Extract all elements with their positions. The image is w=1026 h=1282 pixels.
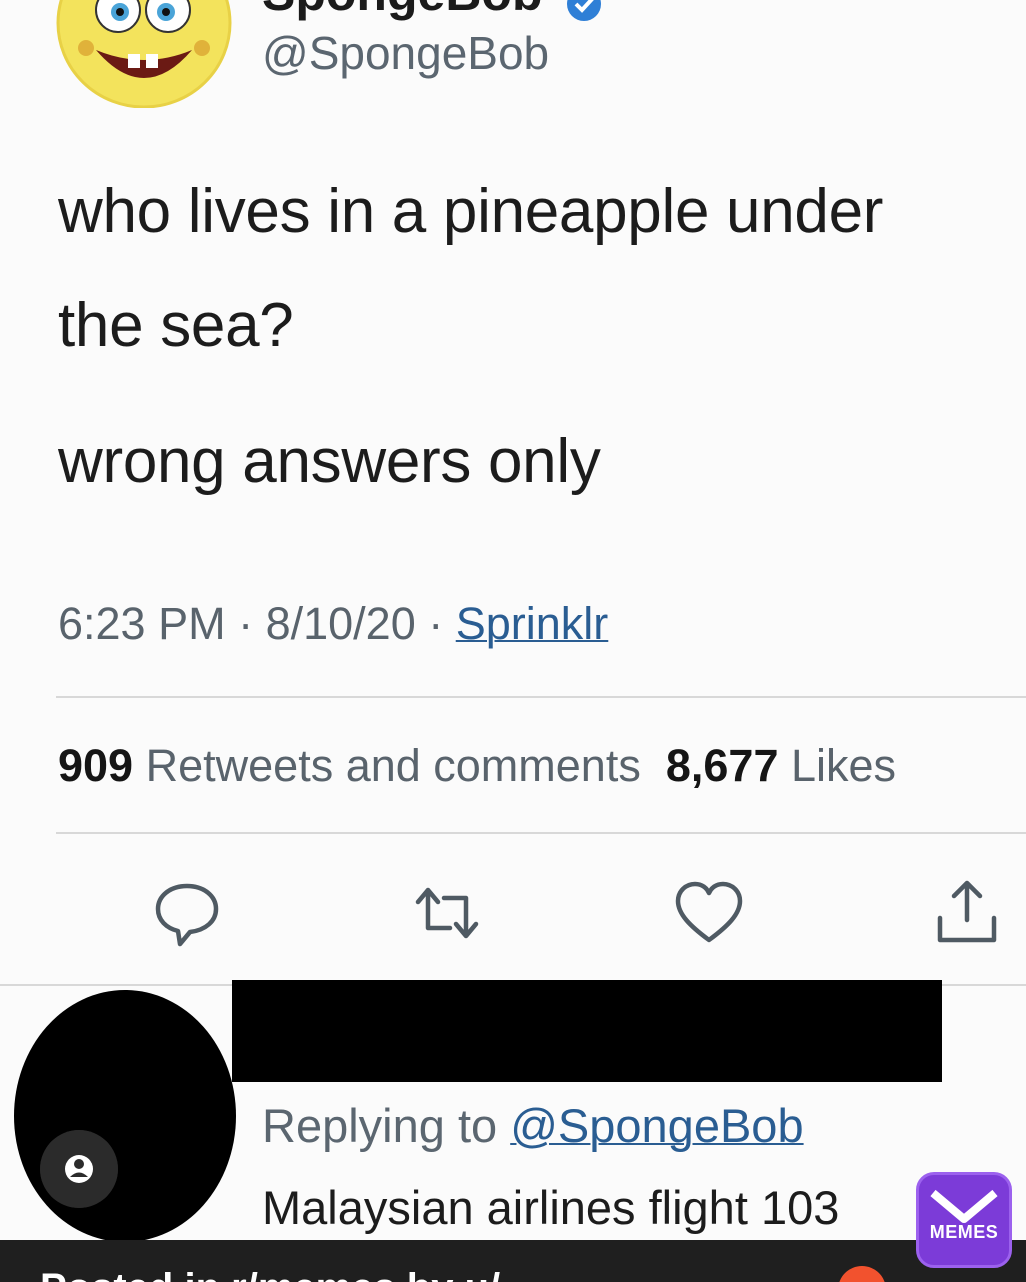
retweet-icon[interactable] — [410, 876, 484, 950]
comment-icon[interactable] — [150, 876, 224, 950]
reply-text: Malaysian airlines flight 103 — [262, 1181, 840, 1234]
author-handle[interactable]: @SpongeBob — [262, 26, 549, 80]
tweet-text-line-1: who lives in a pineapple under — [58, 177, 884, 246]
tweet-meta: 6:23 PM · 8/10/20 · Sprinklr — [58, 598, 608, 650]
memes-logo-text: MEMES — [929, 1222, 999, 1242]
bottom-caption-text: Posted in r/memes by u/... — [40, 1266, 533, 1282]
likes-label: Likes — [791, 740, 897, 791]
tweet-source-link[interactable]: Sprinklr — [456, 598, 609, 649]
tweet-time[interactable]: 6:23 PM — [58, 598, 226, 649]
mail-icon — [930, 1189, 998, 1223]
divider — [56, 832, 1026, 834]
bottom-caption-bar: Posted in r/memes by u/... — [0, 1240, 1026, 1282]
retweets-stat[interactable]: 909 Retweets and comments — [58, 740, 641, 791]
replying-mention-link[interactable]: @SpongeBob — [510, 1099, 803, 1152]
tweet-stats: 909 Retweets and comments 8,677 Likes — [58, 740, 896, 792]
divider — [56, 696, 1026, 698]
tweet-date[interactable]: 8/10/20 — [266, 598, 416, 649]
share-icon[interactable] — [930, 876, 1004, 950]
reddit-icon — [838, 1266, 886, 1282]
author-display-name[interactable]: SpongeBob — [262, 0, 543, 22]
user-icon — [40, 1130, 118, 1208]
verified-badge-icon — [567, 0, 601, 21]
meta-separator: · — [225, 598, 266, 649]
retweets-label: Retweets and comments — [145, 740, 641, 791]
tweet-text-line-3: wrong answers only — [58, 427, 601, 496]
replying-prefix: Replying to — [262, 1099, 511, 1152]
memes-logo: MEMES — [916, 1172, 1012, 1268]
likes-stat[interactable]: 8,677 Likes — [666, 740, 896, 791]
reply-avatar[interactable] — [14, 990, 236, 1242]
tweet-text-line-2: the sea? — [58, 291, 294, 360]
heart-icon[interactable] — [672, 876, 746, 950]
spongebob-avatar[interactable] — [56, 0, 232, 108]
retweets-count: 909 — [58, 740, 134, 791]
likes-count: 8,677 — [665, 740, 779, 791]
screenshot-page: SpongeBob @SpongeBob who lives in a pine… — [0, 0, 1026, 1282]
replying-to: Replying to @SpongeBob — [262, 1098, 804, 1153]
redacted-username — [232, 980, 942, 1082]
meta-separator: · — [415, 598, 456, 649]
